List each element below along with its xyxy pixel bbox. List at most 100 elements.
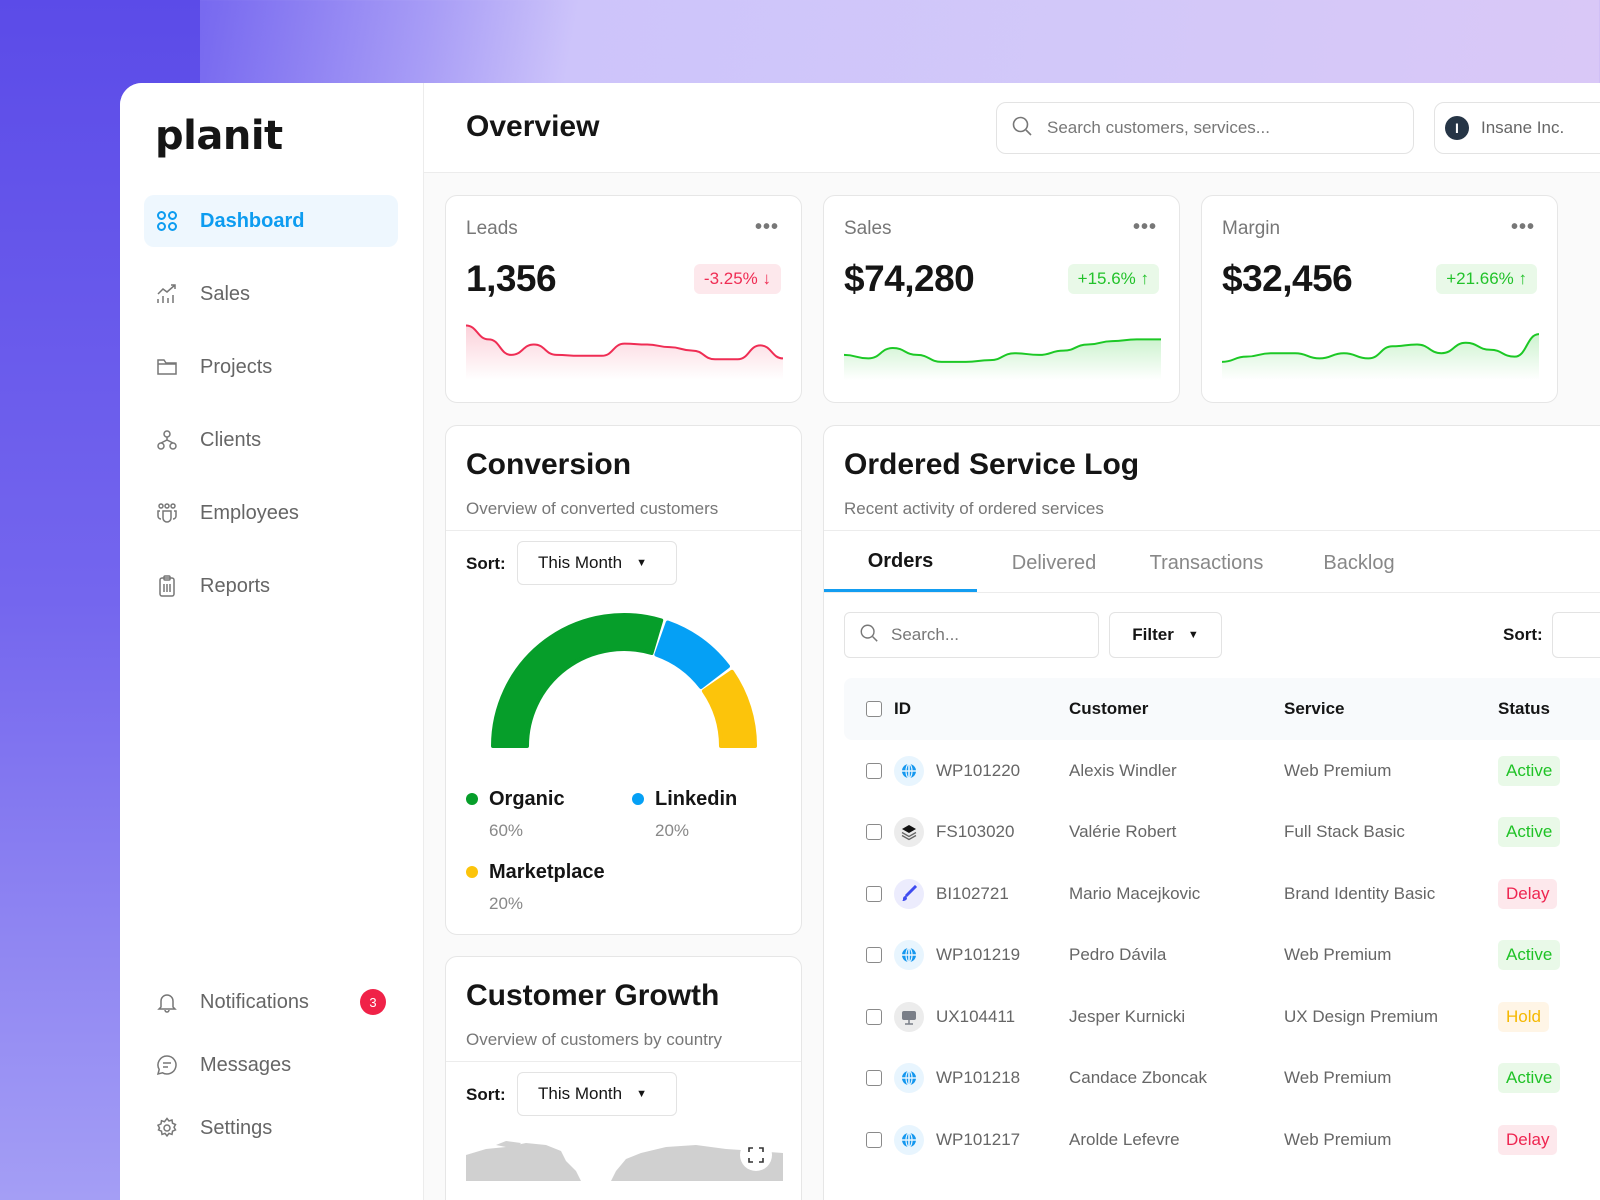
sidebar-item-notifications[interactable]: Notifications 3 <box>144 976 398 1028</box>
globe-icon <box>894 1109 924 1171</box>
globe-icon <box>894 925 924 987</box>
order-id[interactable]: WP101219 <box>936 925 1020 987</box>
order-id[interactable]: WP101218 <box>936 1048 1020 1110</box>
table-row[interactable]: BI102721 Mario Macejkovic Brand Identity… <box>844 863 1600 925</box>
row-checkbox[interactable] <box>866 740 882 802</box>
notification-count-badge: 3 <box>360 989 386 1015</box>
table-row[interactable]: UX104411 Jesper Kurnicki UX Design Premi… <box>844 986 1600 1048</box>
sort-label: Sort: <box>466 1085 506 1104</box>
sort-label: Sort: <box>466 554 506 573</box>
customer-name: Alexis Windler <box>1069 760 1177 780</box>
legend-percent: 20% <box>655 821 690 840</box>
order-id[interactable]: WP101220 <box>936 740 1020 802</box>
customer-name: Candace Zboncak <box>1069 1068 1207 1088</box>
order-id[interactable]: FS103020 <box>936 802 1014 864</box>
legend-dot <box>466 793 478 805</box>
table-search-input[interactable]: Search... <box>844 612 1099 658</box>
conversion-card: Conversion Overview of converted custome… <box>445 425 802 935</box>
sidebar-item-dashboard[interactable]: Dashboard <box>144 195 398 247</box>
more-options-icon[interactable]: ••• <box>755 216 779 239</box>
sidebar-bottom-nav: Notifications 3 Messages Settings <box>144 976 398 1165</box>
legend-name: Marketplace <box>489 861 605 883</box>
customer-name: Valérie Robert <box>1069 822 1177 842</box>
status-cell: Hold <box>1498 986 1549 1048</box>
growth-subtitle: Overview of customers by country <box>466 1030 723 1049</box>
column-header-service[interactable]: Service <box>1284 678 1345 740</box>
customer-name: Arolde Lefevre <box>1069 1129 1180 1149</box>
world-map[interactable] <box>466 1141 783 1181</box>
select-all-checkbox[interactable] <box>866 678 882 740</box>
table-row[interactable]: WP101219 Pedro Dávila Web Premium Active <box>844 925 1600 987</box>
brand-logo[interactable]: planit <box>155 113 283 159</box>
sidebar-item-label: Employees <box>200 501 299 524</box>
sidebar-item-reports[interactable]: Reports <box>144 560 398 612</box>
tab-delivered[interactable]: Delivered <box>994 534 1114 592</box>
stat-label: Leads <box>466 218 518 239</box>
global-search-input[interactable]: Search customers, services... <box>996 102 1414 154</box>
legend-name: Linkedin <box>655 788 738 810</box>
column-header-status[interactable]: Status <box>1498 678 1550 740</box>
service-log-title: Ordered Service Log <box>844 448 1140 481</box>
column-header-id[interactable]: ID <box>894 678 911 740</box>
status-cell: Delay <box>1498 863 1558 925</box>
tab-backlog[interactable]: Backlog <box>1304 534 1414 592</box>
sidebar-item-employees[interactable]: Employees <box>144 487 398 539</box>
status-cell: Active <box>1498 802 1561 864</box>
grid-icon <box>156 210 178 232</box>
globe-icon <box>894 1048 924 1110</box>
sidebar-item-messages[interactable]: Messages <box>144 1039 398 1091</box>
stat-delta-badge: +15.6% ↑ <box>1067 264 1159 294</box>
sidebar-nav: Dashboard Sales Projects Clients Employe… <box>144 195 398 633</box>
table-row[interactable]: WP101218 Candace Zboncak Web Premium Act… <box>844 1048 1600 1110</box>
gauge-segment-organic[interactable] <box>491 613 664 748</box>
sort-value: This Month <box>538 1084 623 1103</box>
row-checkbox[interactable] <box>866 802 882 864</box>
order-id[interactable]: BI102721 <box>936 863 1009 925</box>
row-checkbox[interactable] <box>866 1109 882 1171</box>
stat-label: Sales <box>844 218 892 239</box>
tab-orders[interactable]: Orders <box>824 534 977 592</box>
sidebar-item-label: Settings <box>200 1116 273 1139</box>
status-cell: Active <box>1498 740 1561 802</box>
column-header-customer[interactable]: Customer <box>1069 678 1148 740</box>
row-checkbox[interactable] <box>866 986 882 1048</box>
row-checkbox[interactable] <box>866 863 882 925</box>
order-id[interactable]: WP101217 <box>936 1109 1020 1171</box>
customer-name: Jesper Kurnicki <box>1069 1006 1186 1026</box>
gauge-segment-linkedin[interactable] <box>654 620 730 689</box>
sidebar-item-clients[interactable]: Clients <box>144 414 398 466</box>
filter-button[interactable]: Filter ▼ <box>1109 612 1222 658</box>
legend-dot <box>466 866 478 878</box>
more-options-icon[interactable]: ••• <box>1133 216 1157 239</box>
folder-icon <box>156 356 178 378</box>
sidebar-item-sales[interactable]: Sales <box>144 268 398 320</box>
sidebar-item-label: Sales <box>200 282 251 305</box>
table-row[interactable]: WP101220 Alexis Windler Web Premium Acti… <box>844 740 1600 802</box>
monitor-icon <box>894 986 924 1048</box>
table-row[interactable]: WP101217 Arolde Lefevre Web Premium Dela… <box>844 1109 1600 1171</box>
tab-transactions[interactable]: Transactions <box>1139 534 1274 592</box>
order-id[interactable]: UX104411 <box>936 986 1015 1048</box>
gauge-segment-marketplace[interactable] <box>701 669 757 748</box>
status-badge: Active <box>1498 1063 1561 1094</box>
bell-icon <box>156 991 178 1013</box>
sidebar-item-label: Reports <box>200 574 271 597</box>
row-checkbox[interactable] <box>866 1048 882 1110</box>
table-row[interactable]: FS103020 Valérie Robert Full Stack Basic… <box>844 802 1600 864</box>
sidebar-item-label: Projects <box>200 355 273 378</box>
sidebar-item-settings[interactable]: Settings <box>144 1102 398 1154</box>
sparkline-margin <box>1222 333 1539 380</box>
growth-sort-select[interactable]: This Month ▼ <box>517 1072 677 1116</box>
filter-label: Filter <box>1132 625 1174 644</box>
more-options-icon[interactable]: ••• <box>1511 216 1535 239</box>
team-icon <box>156 502 178 524</box>
sidebar-item-projects[interactable]: Projects <box>144 341 398 393</box>
stat-value: $74,280 <box>844 258 975 299</box>
organization-switcher[interactable]: I Insane Inc. <box>1434 102 1600 154</box>
sparkline-area <box>844 339 1161 380</box>
search-icon <box>1011 115 1033 142</box>
sparkline-area <box>1222 334 1539 380</box>
row-checkbox[interactable] <box>866 925 882 987</box>
conversion-sort-select[interactable]: This Month ▼ <box>517 541 677 585</box>
table-sort-select[interactable] <box>1552 612 1600 658</box>
